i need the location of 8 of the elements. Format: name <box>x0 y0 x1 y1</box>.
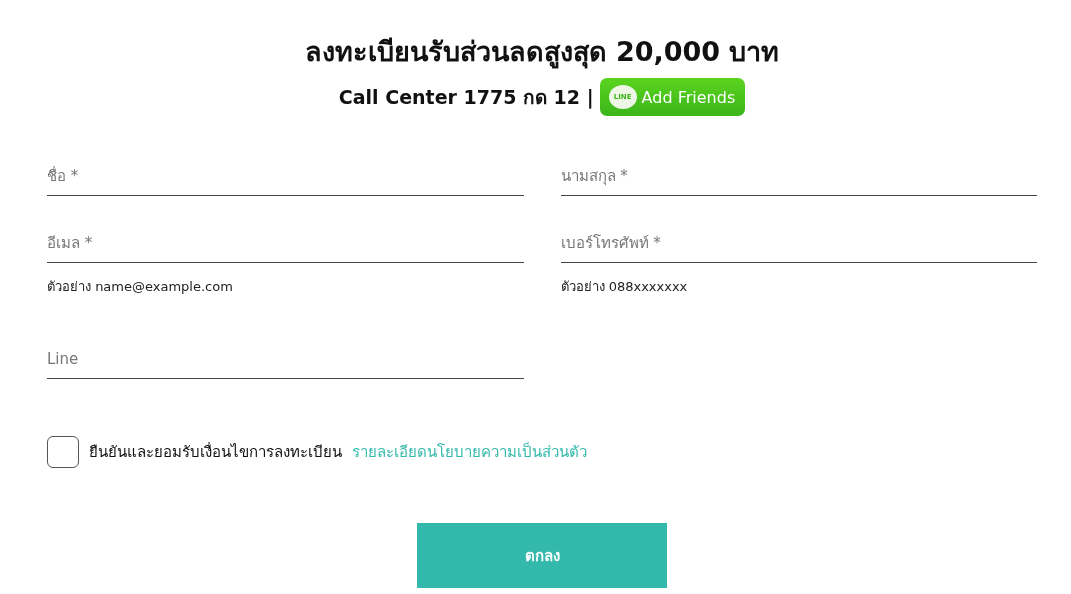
field-hint: ตัวอย่าง 088xxxxxxx <box>560 278 689 296</box>
page-title: ลงทะเบียนรับส่วนลดสูงสุด 20,000 บาท <box>303 35 781 71</box>
submit-button[interactable]: ตกลง <box>417 523 667 588</box>
consent-checkbox[interactable] <box>47 436 79 468</box>
privacy-policy-link[interactable]: รายละเอียดนโยบายความเป็นส่วนตัว <box>352 440 587 464</box>
call-center-text: Call Center 1775 กด 12 | <box>338 85 594 111</box>
field-hint: ตัวอย่าง name@example.com <box>47 278 234 296</box>
consent-label: ยืนยันและยอมรับเงื่อนไขการลงทะเบียน <box>89 441 342 463</box>
